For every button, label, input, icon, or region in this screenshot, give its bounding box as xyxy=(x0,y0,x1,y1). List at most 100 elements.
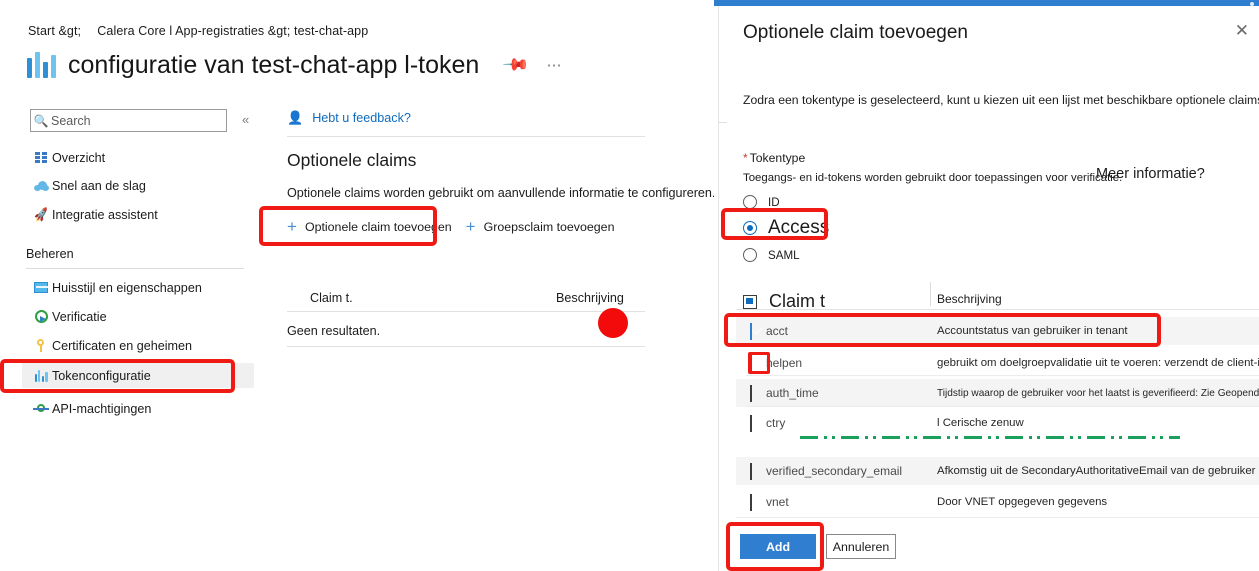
checkbox-icon[interactable] xyxy=(750,354,752,372)
claim-name: auth_time xyxy=(766,386,819,400)
column-header-claim-type[interactable]: Claim t. xyxy=(310,291,353,305)
sidebar-item-label: API-machtigingen xyxy=(52,401,152,416)
column-header-description[interactable]: Beschrijving xyxy=(937,292,1002,306)
checkbox-icon[interactable] xyxy=(750,462,752,480)
content-divider xyxy=(287,136,645,137)
table-row[interactable]: vnet Door VNET opgegeven gegevens xyxy=(736,488,1259,516)
add-groups-claim-button[interactable]: + Groepsclaim toevoegen xyxy=(466,218,615,235)
pin-icon[interactable]: 📌 xyxy=(501,50,530,79)
sidebar-item-label: Certificaten en geheimen xyxy=(52,338,193,353)
radio-icon[interactable] xyxy=(743,195,757,209)
close-icon[interactable]: ✕ xyxy=(1235,22,1249,39)
claim-description: Accountstatus van gebruiker in tenant xyxy=(937,325,1128,337)
sidebar-item-label: Snel aan de slag xyxy=(52,178,146,193)
row-checkbox-wrapper[interactable] xyxy=(750,322,752,340)
panel-body: Optionele claim toevoegen ✕ Zodra een to… xyxy=(718,6,1259,571)
sidebar-item-certificaten-en-geheimen[interactable]: Certificaten en geheimen xyxy=(22,333,254,358)
checkbox-checked-icon[interactable] xyxy=(750,322,752,340)
table-row[interactable]: ctry l Cerische zenuw xyxy=(736,409,1259,437)
radio-option-access[interactable]: Access xyxy=(743,217,829,239)
checkbox-icon[interactable] xyxy=(750,384,752,402)
section-title: Optionele claims xyxy=(287,150,417,170)
radio-label: ID xyxy=(768,195,780,209)
claim-name: ctry xyxy=(766,416,786,430)
tokentype-label-text: Tokentype xyxy=(749,151,806,165)
sidebar-item-integratie-assistent[interactable]: 🚀 Integratie assistent xyxy=(22,202,254,227)
radio-option-saml[interactable]: SAML xyxy=(743,248,800,262)
authentication-icon xyxy=(30,310,52,323)
command-label: Optionele claim toevoegen xyxy=(304,219,452,234)
table-row[interactable]: auth_time Tijdstip waarop de gebruiker v… xyxy=(736,379,1259,407)
search-icon: 🔍 xyxy=(33,113,49,128)
sidebar-item-label: Verificatie xyxy=(52,309,107,324)
table-row[interactable]: acct Accountstatus van gebruiker in tena… xyxy=(736,317,1259,345)
sidebar-item-api-machtigingen[interactable]: API-machtigingen xyxy=(22,396,254,421)
panel-description: Zodra een tokentype is geselecteerd, kun… xyxy=(743,93,1259,107)
table-bottom-divider xyxy=(736,517,1259,518)
sidebar-item-label: Integratie assistent xyxy=(52,207,158,222)
radio-icon[interactable] xyxy=(743,248,757,262)
learn-more-link[interactable]: Meer informatie? xyxy=(1096,166,1205,182)
add-optional-claim-button[interactable]: + Optionele claim toevoegen xyxy=(287,218,452,235)
command-bar: + Optionele claim toevoegen + Groepsclai… xyxy=(287,218,614,235)
row-checkbox-wrapper[interactable] xyxy=(750,414,752,432)
sidebar-divider xyxy=(26,268,244,269)
token-bars-icon xyxy=(30,369,52,382)
claim-name: acct xyxy=(766,324,789,338)
row-checkbox-wrapper[interactable] xyxy=(750,384,752,402)
claim-description: Afkomstig uit de SecondaryAuthoritativeE… xyxy=(937,465,1256,477)
select-all-checkbox[interactable] xyxy=(743,294,757,309)
search-input[interactable] xyxy=(51,113,201,128)
breadcrumb-item-home[interactable]: Start &gt; xyxy=(28,24,81,38)
sidebar-item-verificatie[interactable]: Verificatie xyxy=(22,304,254,329)
sidebar-item-tokenconfiguratie[interactable]: Tokenconfiguratie xyxy=(22,363,254,388)
sidebar-item-snel-aan-de-slag[interactable]: Snel aan de slag xyxy=(22,173,254,198)
add-button[interactable]: Add xyxy=(740,534,816,559)
row-checkbox-wrapper[interactable] xyxy=(750,462,752,480)
checkbox-icon[interactable] xyxy=(750,414,752,432)
table-empty-message: Geen resultaten. xyxy=(287,324,381,338)
table-row[interactable]: verified_secondary_email Afkomstig uit d… xyxy=(736,457,1259,485)
cloud-icon xyxy=(30,180,52,191)
row-checkbox-wrapper[interactable] xyxy=(750,493,752,511)
required-marker: * xyxy=(743,151,748,165)
plus-icon: + xyxy=(465,217,476,236)
claim-name: verified_secondary_email xyxy=(766,464,903,478)
search-input-wrapper[interactable]: 🔍 xyxy=(30,109,227,132)
panel-divider xyxy=(718,122,727,123)
radio-icon-selected[interactable] xyxy=(743,221,757,235)
breadcrumb[interactable]: Start &gt; Calera Core l App-registratie… xyxy=(28,24,368,38)
feedback-label: Hebt u feedback? xyxy=(312,111,411,125)
collapse-sidebar-icon[interactable]: « xyxy=(242,112,249,127)
content-break-marker xyxy=(800,436,1180,439)
radio-option-id[interactable]: ID xyxy=(743,195,780,209)
claim-description: Door VNET opgegeven gegevens xyxy=(937,496,1108,508)
tokentype-label: * Tokentype xyxy=(743,151,805,165)
sidebar-item-overzicht[interactable]: Overzicht xyxy=(22,145,254,170)
rocket-icon: 🚀 xyxy=(32,206,50,223)
sidebar-item-label: Tokenconfiguratie xyxy=(52,368,151,383)
radio-label: SAML xyxy=(768,248,800,262)
api-permissions-icon xyxy=(30,403,52,414)
table-bottom-divider xyxy=(287,346,645,347)
radio-label: Access xyxy=(768,217,830,238)
grid-icon xyxy=(30,151,52,164)
sidebar-item-huisstijl-en-eigenschappen[interactable]: Huisstijl en eigenschappen xyxy=(22,275,254,300)
claim-name: helpen xyxy=(766,356,803,370)
column-header-description[interactable]: Beschrijving xyxy=(556,291,624,305)
ellipsis-icon[interactable]: ⋯ xyxy=(547,56,564,74)
cancel-button[interactable]: Annuleren xyxy=(826,534,896,559)
checkbox-icon[interactable] xyxy=(750,493,752,511)
feedback-link[interactable]: 👤 Hebt u feedback? xyxy=(287,110,411,126)
azure-portal-page: Start &gt; Calera Core l App-registratie… xyxy=(0,0,714,571)
breadcrumb-item-app[interactable]: Calera Core l App-registraties &gt; test… xyxy=(97,24,368,38)
table-row[interactable]: helpen gebruikt om doelgroepvalidatie ui… xyxy=(736,349,1259,377)
page-title: configuratie van test-chat-app l-token xyxy=(68,50,480,79)
add-optional-claim-panel: Optionele claim toevoegen ✕ Zodra een to… xyxy=(714,0,1259,571)
claim-name: vnet xyxy=(766,495,789,509)
claim-description: l Cerische zenuw xyxy=(937,417,1024,429)
claims-table-header-divider xyxy=(736,309,1259,310)
branding-card-icon xyxy=(30,282,52,293)
row-checkbox-wrapper[interactable] xyxy=(750,354,752,372)
page-title-row: configuratie van test-chat-app l-token 📌… xyxy=(26,50,563,80)
